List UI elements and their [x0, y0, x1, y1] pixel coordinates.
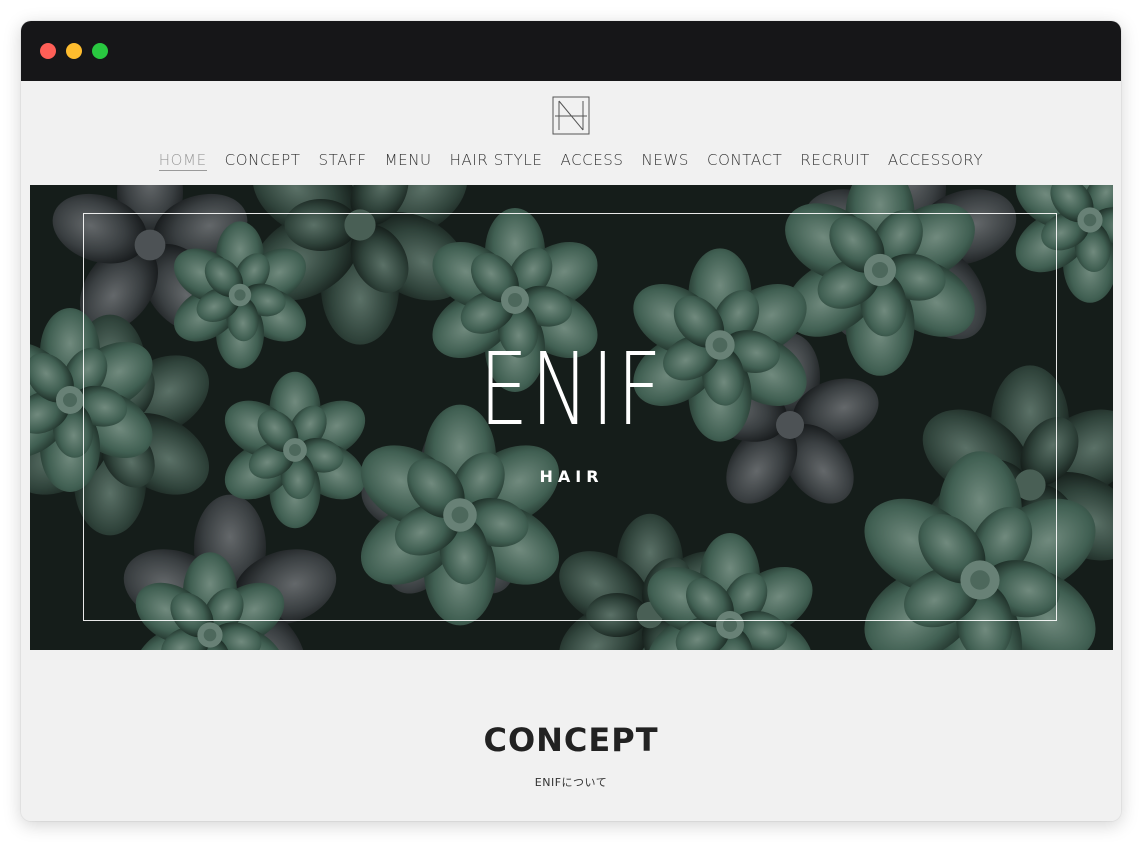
enif-logo-icon[interactable] — [552, 96, 590, 135]
hero-banner: ENIF HAIR — [30, 185, 1113, 650]
nav-item-menu[interactable]: MENU — [385, 150, 432, 170]
nav-item-hair-style[interactable]: HAIR STYLE — [450, 150, 543, 170]
hero-subtitle: HAIR — [539, 467, 604, 486]
nav-item-home[interactable]: HOME — [158, 150, 207, 171]
section-subtitle-concept: ENIFについて — [534, 776, 608, 789]
browser-window: HOME CONCEPT STAFF MENU HAIR STYLE ACCES… — [21, 21, 1121, 821]
maximize-window-button[interactable] — [92, 43, 108, 59]
nav-item-staff[interactable]: STAFF — [319, 150, 367, 170]
close-window-button[interactable] — [40, 43, 56, 59]
nav-item-news[interactable]: NEWS — [642, 150, 689, 170]
minimize-window-button[interactable] — [66, 43, 82, 59]
section-title-concept: CONCEPT — [483, 721, 659, 759]
nav-item-concept[interactable]: CONCEPT — [225, 150, 301, 170]
website-page: HOME CONCEPT STAFF MENU HAIR STYLE ACCES… — [21, 81, 1121, 821]
nav-item-recruit[interactable]: RECRUIT — [800, 150, 870, 170]
nav-item-contact[interactable]: CONTACT — [707, 150, 782, 170]
nav-item-access[interactable]: ACCESS — [560, 150, 623, 170]
main-navigation: HOME CONCEPT STAFF MENU HAIR STYLE ACCES… — [21, 150, 1121, 172]
window-titlebar — [21, 21, 1121, 81]
nav-item-accessory[interactable]: ACCESSORY — [888, 150, 983, 170]
hero-title: ENIF — [479, 331, 664, 448]
